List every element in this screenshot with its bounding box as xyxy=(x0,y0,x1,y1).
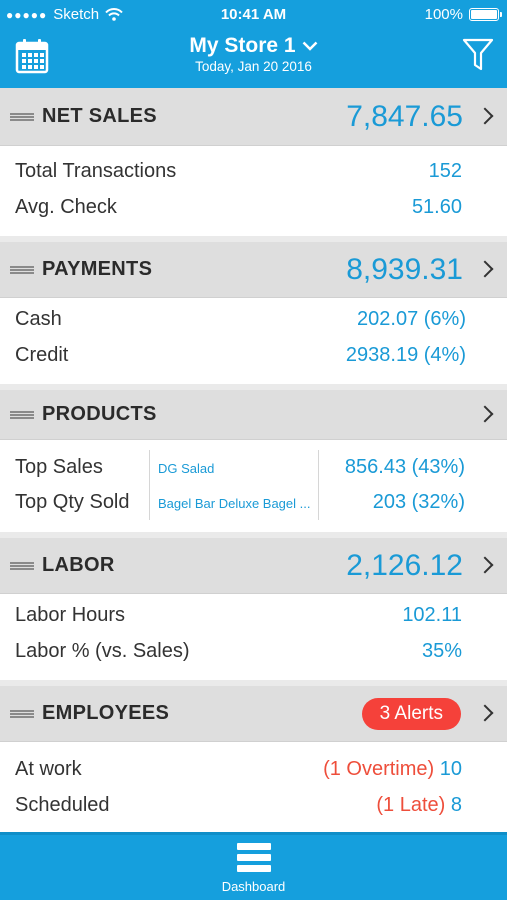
row-label: Top Qty Sold xyxy=(15,491,130,513)
chevron-right-icon[interactable] xyxy=(476,704,494,721)
products-header[interactable]: PRODUCTS xyxy=(0,390,507,440)
row-value: 203 (32%) xyxy=(372,491,465,513)
net-sales-total: 7,847.65 xyxy=(346,99,463,133)
status-note: (1 Overtime) xyxy=(323,758,435,780)
store-selector[interactable]: My Store 1 Today, Jan 20 2016 xyxy=(0,34,507,74)
row-label: Avg. Check xyxy=(15,196,117,218)
row-value: (1 Overtime) 10 xyxy=(323,758,462,781)
product-name: Bagel Bar Deluxe Bagel ... xyxy=(158,496,311,511)
row-label: Top Sales xyxy=(15,456,103,478)
battery-icon xyxy=(469,8,502,21)
row-value: (1 Late) 8 xyxy=(376,794,462,817)
tab-label: Dashboard xyxy=(221,879,286,894)
row-value: 51.60 xyxy=(411,196,462,218)
date-subtitle: Today, Jan 20 2016 xyxy=(195,59,312,74)
labor-body: Labor Hours 102.11 Labor % (vs. Sales) 3… xyxy=(0,594,507,680)
labor-header[interactable]: LABOR 2,126.12 xyxy=(0,538,507,594)
drag-handle-icon[interactable] xyxy=(10,709,34,718)
chevron-right-icon[interactable] xyxy=(476,107,494,124)
tab-bar: Dashboard xyxy=(0,832,507,900)
list-item: Labor Hours 102.11 xyxy=(0,598,507,634)
employee-count: 8 xyxy=(450,794,462,816)
section-title: LABOR xyxy=(42,554,115,576)
list-item: At work (1 Overtime) 10 xyxy=(0,752,507,788)
filter-icon[interactable] xyxy=(462,38,494,72)
drag-handle-icon[interactable] xyxy=(10,112,34,121)
status-note: (1 Late) xyxy=(376,794,446,816)
row-label: Total Transactions xyxy=(15,160,177,182)
list-item: Credit 2938.19 (4%) xyxy=(0,338,507,374)
net-sales-header[interactable]: NET SALES 7,847.65 xyxy=(0,88,507,146)
row-value: 152 xyxy=(428,160,462,182)
row-value: 856.43 (43%) xyxy=(344,456,465,478)
row-label: Labor % (vs. Sales) xyxy=(15,640,190,662)
chevron-right-icon[interactable] xyxy=(476,556,494,573)
row-label: Labor Hours xyxy=(15,604,126,626)
drag-handle-icon[interactable] xyxy=(10,410,34,419)
payments-header[interactable]: PAYMENTS 8,939.31 xyxy=(0,242,507,298)
status-bar: ●●●●● Sketch 10:41 AM 100% xyxy=(0,0,507,30)
row-label: Credit xyxy=(15,344,69,366)
chevron-down-icon xyxy=(302,41,317,51)
employees-body: At work (1 Overtime) 10 Scheduled (1 Lat… xyxy=(0,742,507,834)
tab-dashboard[interactable]: Dashboard xyxy=(0,843,507,894)
section-title: PRODUCTS xyxy=(42,403,157,425)
list-item: Labor % (vs. Sales) 35% xyxy=(0,634,507,670)
chevron-right-icon[interactable] xyxy=(476,405,494,422)
row-label: Cash xyxy=(15,308,62,330)
payments-total: 8,939.31 xyxy=(346,252,463,286)
drag-handle-icon[interactable] xyxy=(10,561,34,570)
row-value: 2938.19 (4%) xyxy=(345,344,466,366)
battery-percent: 100% xyxy=(424,6,463,23)
row-label: Scheduled xyxy=(15,794,110,816)
section-title: NET SALES xyxy=(42,105,157,127)
section-title: PAYMENTS xyxy=(42,258,153,280)
products-body: Top Sales DG Salad 856.43 (43%) Top Qty … xyxy=(0,440,507,532)
list-item: Top Qty Sold Bagel Bar Deluxe Bagel ... … xyxy=(0,485,507,521)
row-value: 102.11 xyxy=(402,604,462,626)
list-item: Scheduled (1 Late) 8 xyxy=(0,788,507,824)
employee-count: 10 xyxy=(439,758,462,780)
list-item: Avg. Check 51.60 xyxy=(0,190,507,226)
payments-body: Cash 202.07 (6%) Credit 2938.19 (4%) xyxy=(0,298,507,384)
row-value: 35% xyxy=(421,640,462,662)
drag-handle-icon[interactable] xyxy=(10,265,34,274)
dashboard-content: NET SALES 7,847.65 Total Transactions 15… xyxy=(0,88,507,840)
row-value: 202.07 (6%) xyxy=(357,308,466,330)
list-item: Cash 202.07 (6%) xyxy=(0,302,507,338)
net-sales-body: Total Transactions 152 Avg. Check 51.60 xyxy=(0,146,507,236)
list-item: Top Sales DG Salad 856.43 (43%) xyxy=(0,450,507,486)
product-name: DG Salad xyxy=(158,461,215,476)
store-title: My Store 1 xyxy=(189,34,296,57)
app-header: ●●●●● Sketch 10:41 AM 100% My Store 1 To… xyxy=(0,0,507,88)
dashboard-icon xyxy=(236,843,271,873)
labor-total: 2,126.12 xyxy=(346,548,463,582)
section-title: EMPLOYEES xyxy=(42,702,170,724)
chevron-right-icon[interactable] xyxy=(476,260,494,277)
employees-header[interactable]: EMPLOYEES 3 Alerts xyxy=(0,686,507,742)
alerts-badge[interactable]: 3 Alerts xyxy=(361,698,461,730)
row-label: At work xyxy=(15,758,82,780)
list-item: Total Transactions 152 xyxy=(0,154,507,190)
